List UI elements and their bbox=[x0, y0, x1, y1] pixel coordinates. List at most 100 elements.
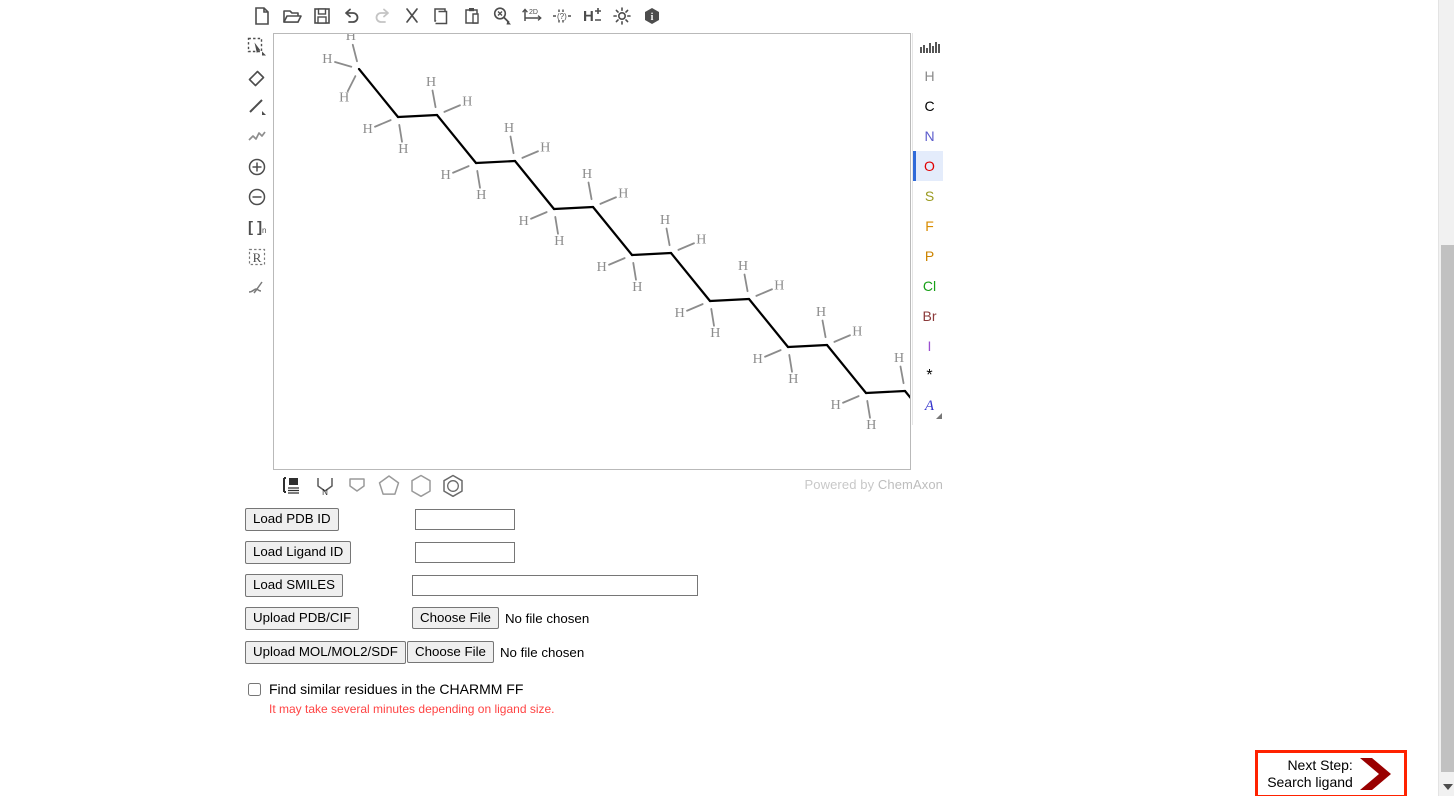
svg-text:H: H bbox=[476, 188, 486, 203]
choose-file-button[interactable]: Choose File bbox=[412, 607, 499, 629]
arrow-right-icon bbox=[1359, 758, 1391, 790]
element-Br[interactable]: Br bbox=[913, 301, 943, 331]
smiles-input[interactable] bbox=[412, 574, 698, 596]
svg-text:(?): (?) bbox=[557, 12, 567, 21]
info-icon[interactable]: i bbox=[637, 1, 667, 31]
element-I[interactable]: I bbox=[913, 331, 943, 361]
no-file-chosen-label: No file chosen bbox=[504, 610, 590, 626]
mol-file-picker[interactable]: Choose File No file chosen bbox=[407, 641, 584, 663]
cyclohexane-ring-icon[interactable] bbox=[406, 471, 436, 499]
processing-time-warning: It may take several minutes depending on… bbox=[269, 702, 555, 716]
sketcher-canvas[interactable]: HHHHHHHHHHHHHHHHHHHHHHHHHHHHHHHHHOH bbox=[273, 33, 911, 470]
page-scrollbar[interactable] bbox=[1438, 0, 1454, 796]
element-atom-list[interactable]: A bbox=[913, 391, 943, 421]
new-file-icon[interactable] bbox=[247, 1, 277, 31]
template-library-icon[interactable] bbox=[278, 471, 308, 499]
row-load-pdb-id: Load PDB ID bbox=[245, 505, 945, 533]
redo-icon[interactable] bbox=[367, 1, 397, 31]
expand-corner-icon[interactable] bbox=[936, 413, 942, 419]
page-root: 2D (?) H i [] n R H H H H H H H H H H H… bbox=[0, 0, 1454, 796]
row-load-ligand-id: Load Ligand ID bbox=[245, 538, 945, 566]
row-load-smiles: Load SMILES bbox=[245, 571, 945, 599]
pdb-id-input[interactable] bbox=[415, 508, 515, 530]
eraser-tool-icon[interactable] bbox=[243, 62, 271, 92]
cut-icon[interactable] bbox=[397, 1, 427, 31]
element-any-atom[interactable]: * bbox=[913, 361, 943, 391]
bond-tool-icon[interactable] bbox=[243, 92, 271, 122]
chain-tool-icon[interactable] bbox=[243, 122, 271, 152]
scrollbar-thumb[interactable] bbox=[1441, 245, 1454, 772]
zoom-erase-icon[interactable] bbox=[487, 1, 517, 31]
svg-text:H: H bbox=[675, 306, 685, 321]
load-pdb-id-button[interactable]: Load PDB ID bbox=[245, 507, 339, 531]
pdb-cif-file-picker[interactable]: Choose File No file chosen bbox=[412, 607, 589, 629]
svg-text:H: H bbox=[441, 168, 451, 183]
ligand-id-input[interactable] bbox=[415, 541, 515, 563]
next-step-button[interactable]: Next Step: Search ligand bbox=[1255, 750, 1407, 796]
upload-mol-button[interactable]: Upload MOL/MOL2/SDF bbox=[245, 640, 406, 664]
sketcher-top-toolbar: 2D (?) H i bbox=[243, 0, 943, 32]
svg-text:H: H bbox=[554, 234, 564, 249]
load-ligand-id-button[interactable]: Load Ligand ID bbox=[245, 540, 352, 564]
increase-charge-icon[interactable] bbox=[243, 152, 271, 182]
element-label: Cl bbox=[922, 278, 937, 294]
pyrrole-ring-icon[interactable]: N bbox=[310, 471, 340, 499]
element-C[interactable]: C bbox=[913, 91, 943, 121]
open-file-icon[interactable] bbox=[277, 1, 307, 31]
element-Cl[interactable]: Cl bbox=[913, 271, 943, 301]
svg-text:H: H bbox=[632, 280, 642, 295]
svg-text:H: H bbox=[696, 232, 706, 247]
find-similar-residues-label[interactable]: Find similar residues in the CHARMM FF bbox=[269, 681, 523, 697]
element-S[interactable]: S bbox=[913, 181, 943, 211]
benzene-ring-icon[interactable] bbox=[438, 471, 468, 499]
svg-text:n: n bbox=[262, 226, 266, 235]
undo-icon[interactable] bbox=[337, 1, 367, 31]
stereo-flag-icon[interactable]: (?) bbox=[547, 1, 577, 31]
next-step-line1: Next Step: bbox=[1287, 757, 1353, 773]
element-H[interactable]: H bbox=[913, 61, 943, 91]
row-upload-mol: Upload MOL/MOL2/SDF Choose File No file … bbox=[245, 638, 945, 666]
scroll-down-arrow-icon[interactable] bbox=[1443, 784, 1453, 790]
svg-text:H: H bbox=[866, 418, 876, 433]
svg-text:H: H bbox=[426, 75, 436, 90]
load-smiles-button[interactable]: Load SMILES bbox=[245, 573, 344, 597]
svg-text:R: R bbox=[253, 250, 262, 265]
powered-by-prefix: Powered by bbox=[804, 477, 878, 492]
paste-icon[interactable] bbox=[457, 1, 487, 31]
save-file-icon[interactable] bbox=[307, 1, 337, 31]
upload-pdb-cif-button[interactable]: Upload PDB/CIF bbox=[245, 606, 360, 630]
element-N[interactable]: N bbox=[913, 121, 943, 151]
choose-file-button[interactable]: Choose File bbox=[407, 641, 494, 663]
attachment-point-icon[interactable] bbox=[243, 272, 271, 302]
r-group-tool-icon[interactable]: R bbox=[243, 242, 271, 272]
svg-text:H: H bbox=[519, 214, 529, 229]
sketcher-left-toolbar: [ ] n R bbox=[243, 32, 271, 302]
bracket-tool-icon[interactable]: [ ] n bbox=[243, 212, 271, 242]
element-label: A bbox=[924, 397, 935, 414]
svg-text:H: H bbox=[583, 8, 594, 25]
element-label: * bbox=[926, 367, 933, 384]
element-O[interactable]: O bbox=[913, 151, 943, 181]
selection-tool-icon[interactable] bbox=[243, 32, 271, 62]
cyclobutane-ring-icon[interactable] bbox=[342, 471, 372, 499]
element-label: F bbox=[925, 218, 934, 234]
clean-2d-icon[interactable]: 2D bbox=[517, 1, 547, 31]
decrease-charge-icon[interactable] bbox=[243, 182, 271, 212]
svg-text:H: H bbox=[398, 142, 408, 157]
svg-text:i: i bbox=[651, 12, 654, 23]
find-similar-residues-checkbox[interactable] bbox=[248, 682, 261, 696]
molecule-sketcher: 2D (?) H i [] n R H H H H H H H H H H H… bbox=[243, 0, 943, 497]
element-label: H bbox=[924, 68, 935, 84]
periodic-table-icon[interactable] bbox=[913, 33, 943, 61]
element-label: I bbox=[927, 338, 932, 354]
next-step-inner: Next Step: Search ligand bbox=[1267, 756, 1395, 792]
hydrogens-icon[interactable]: H bbox=[577, 1, 607, 31]
pdb-id-field-slot bbox=[415, 508, 515, 530]
next-step-text: Next Step: Search ligand bbox=[1267, 757, 1353, 791]
powered-by-label: Powered by ChemAxon bbox=[805, 477, 943, 492]
settings-gear-icon[interactable] bbox=[607, 1, 637, 31]
cyclopentane-ring-icon[interactable] bbox=[374, 471, 404, 499]
copy-icon[interactable] bbox=[427, 1, 457, 31]
element-F[interactable]: F bbox=[913, 211, 943, 241]
element-P[interactable]: P bbox=[913, 241, 943, 271]
